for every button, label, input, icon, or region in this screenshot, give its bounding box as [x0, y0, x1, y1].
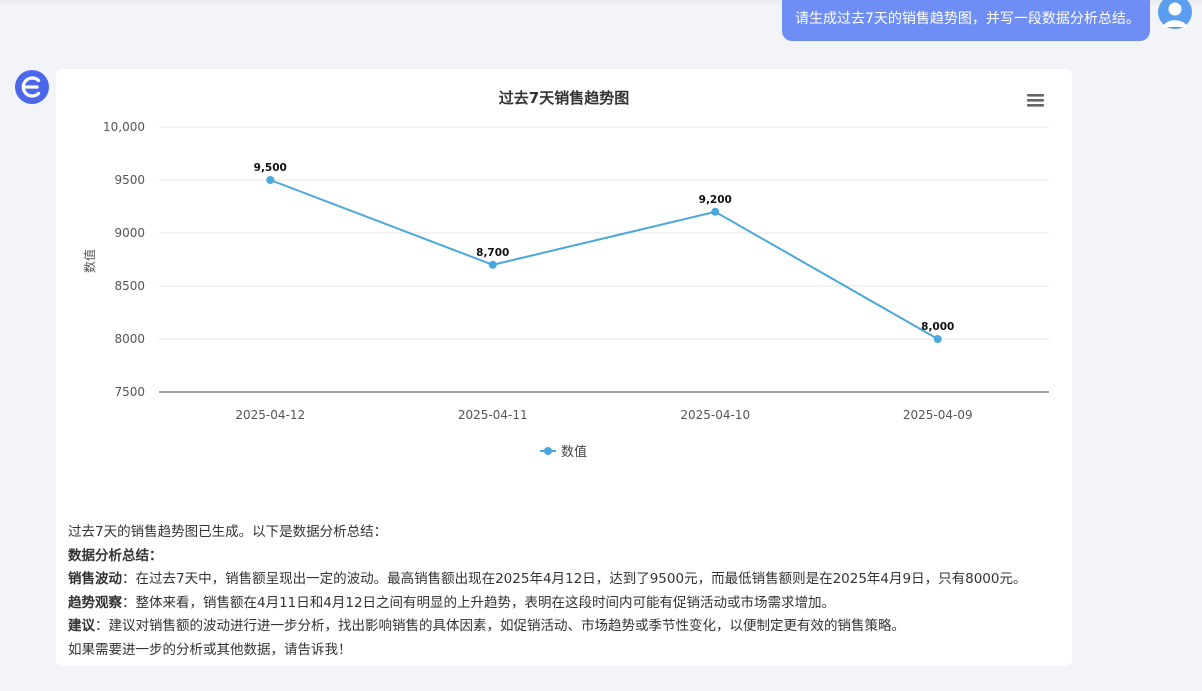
- data-label: 8,000: [921, 321, 954, 333]
- assistant-logo-icon: [15, 70, 49, 104]
- y-tick-label: 8000: [114, 332, 145, 346]
- analysis-summary: 过去7天的销售趋势图已生成。以下是数据分析总结： 数据分析总结： 销售波动：在过…: [68, 521, 1068, 662]
- point-text: ：整体来看，销售额在4月11日和4月12日之间有明显的上升趋势，表明在这段时间内…: [122, 594, 836, 611]
- y-tick-label: 7500: [114, 385, 145, 399]
- chart-legend[interactable]: 数值: [540, 444, 587, 460]
- x-tick-label: 2025-04-11: [458, 408, 528, 422]
- y-tick-label: 9000: [114, 226, 145, 240]
- summary-point-2: 趋势观察：整体来看，销售额在4月11日和4月12日之间有明显的上升趋势，表明在这…: [68, 592, 1068, 616]
- grid-lines: [159, 126, 1049, 393]
- data-point: [933, 335, 942, 343]
- summary-closing: 如果需要进一步的分析或其他数据，请告诉我！: [68, 641, 352, 658]
- x-tick-label: 2025-04-09: [903, 408, 973, 422]
- chart-title: 过去7天销售趋势图: [499, 89, 629, 107]
- data-points: [266, 176, 942, 343]
- summary-heading: 数据分析总结：: [68, 547, 163, 564]
- x-tick-label: 2025-04-12: [235, 408, 305, 422]
- data-point: [266, 176, 275, 184]
- summary-point-1: 销售波动：在过去7天中，销售额呈现出一定的波动。最高销售额出现在2025年4月1…: [68, 568, 1068, 592]
- user-message-bubble: 请生成过去7天的销售趋势图，并写一段数据分析总结。: [782, 0, 1150, 41]
- x-tick-label: 2025-04-10: [680, 408, 750, 422]
- y-tick-label: 9500: [114, 173, 145, 187]
- user-avatar-icon[interactable]: [1157, 0, 1193, 31]
- user-message-text: 请生成过去7天的销售趋势图，并写一段数据分析总结。: [795, 11, 1140, 27]
- legend-dot-marker: [544, 447, 552, 455]
- point-label: 趋势观察: [68, 594, 122, 611]
- data-label: 9,500: [254, 162, 287, 174]
- legend-label: 数值: [561, 444, 587, 460]
- point-label: 建议: [68, 618, 95, 634]
- assistant-response-card: 过去7天销售趋势图 7500 8000 8500 9000 9500 10,000 数值 …: [56, 69, 1072, 666]
- line-chart: 过去7天销售趋势图 7500800085009000950010,000 数值 …: [82, 89, 1049, 460]
- y-tick-label: 10,000: [103, 120, 145, 134]
- x-axis-ticks: 2025-04-12 2025-04-11 2025-04-10 2025-04-09: [235, 408, 972, 422]
- data-labels: 9,500 8,700 9,200 8,000: [254, 162, 955, 333]
- data-point: [488, 260, 497, 269]
- point-label: 销售波动: [68, 571, 122, 587]
- series-line: [269, 179, 939, 340]
- data-point: [711, 207, 720, 216]
- point-text: ：在过去7天中，销售额呈现出一定的波动。最高销售额出现在2025年4月12日，达…: [122, 571, 1027, 587]
- data-label: 8,700: [476, 247, 509, 259]
- summary-point-3: 建议：建议对销售额的波动进行进一步分析，找出影响销售的具体因素，如促销活动、市场…: [68, 615, 1068, 639]
- chart-menu-icon[interactable]: [1026, 91, 1046, 109]
- summary-intro: 过去7天的销售趋势图已生成。以下是数据分析总结：: [68, 524, 388, 540]
- y-axis-ticks: 7500 8000 8500 9000 9500 10,000: [103, 120, 145, 399]
- y-tick-label: 8500: [114, 279, 145, 293]
- point-text: ：建议对销售额的波动进行进一步分析，找出影响销售的具体因素，如促销活动、市场趋势…: [95, 618, 905, 634]
- y-axis-label: 数值: [82, 249, 97, 273]
- data-label: 9,200: [699, 194, 732, 206]
